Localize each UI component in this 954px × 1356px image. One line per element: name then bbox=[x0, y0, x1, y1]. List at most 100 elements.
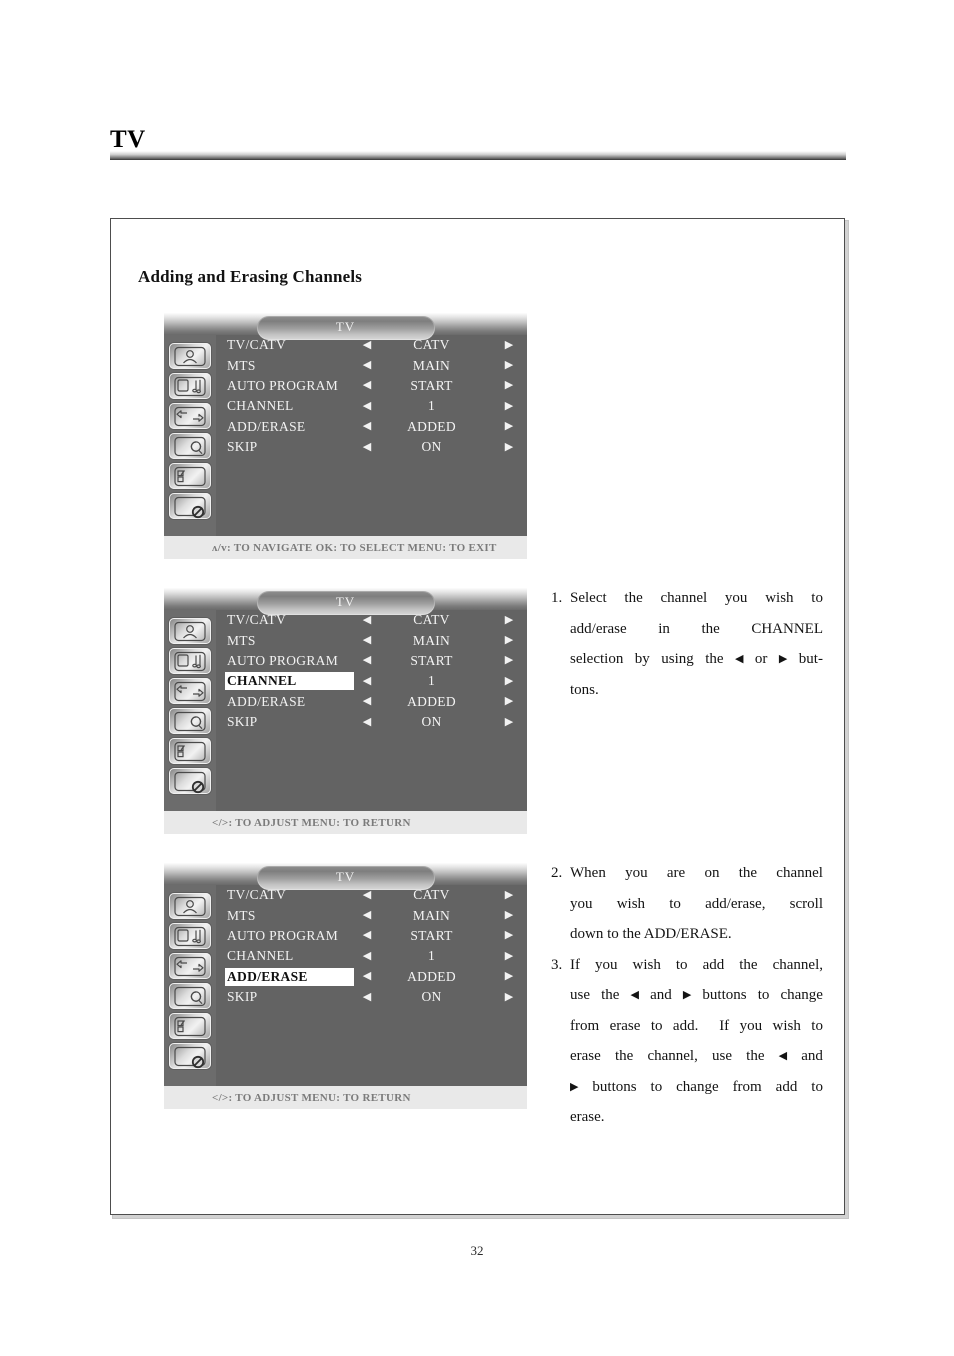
increment-arrow-icon[interactable]: ▶ bbox=[497, 950, 527, 962]
increment-arrow-icon[interactable]: ▶ bbox=[497, 400, 527, 412]
instruction-line: When you are on the channel bbox=[570, 865, 823, 881]
osd-row-label: ADD/ERASE bbox=[225, 967, 354, 986]
instruction-line: selection by using the ◀ or ▶ but- bbox=[570, 651, 823, 667]
osd-row[interactable]: TV/CATV ◀ CATV ▶ bbox=[216, 610, 527, 630]
increment-arrow-icon[interactable]: ▶ bbox=[497, 716, 527, 728]
osd-title-label: TV bbox=[335, 319, 356, 334]
decrement-arrow-icon[interactable]: ◀ bbox=[354, 614, 380, 626]
osd-row-value: START bbox=[410, 377, 453, 393]
no-signal-icon[interactable] bbox=[169, 1043, 211, 1069]
decrement-arrow-icon[interactable]: ◀ bbox=[354, 441, 380, 453]
picture-settings-icon[interactable] bbox=[169, 618, 211, 644]
increment-arrow-icon[interactable]: ▶ bbox=[497, 675, 527, 687]
instruction-item: 1. Select the channel you wish to add/erase in th… bbox=[551, 583, 823, 705]
osd-row-label: AUTO PROGRAM bbox=[227, 377, 338, 393]
osd-panel-1: TV TV/CATV ◀ CATV ▶ MTS ◀ MAIN ▶ AUTO PROGRAM ◀ STA… bbox=[164, 313, 527, 559]
setup-reset-icon[interactable] bbox=[169, 708, 211, 734]
setup-reset-icon[interactable] bbox=[169, 983, 211, 1009]
channel-settings-icon[interactable] bbox=[169, 678, 211, 704]
osd-row-value: ADDED bbox=[407, 968, 456, 984]
parental-lock-icon[interactable] bbox=[169, 738, 211, 764]
decrement-arrow-icon[interactable]: ◀ bbox=[354, 910, 380, 921]
increment-arrow-icon[interactable]: ▶ bbox=[497, 421, 527, 432]
osd-row-label: ADD/ERASE bbox=[227, 418, 306, 434]
osd-row[interactable]: SKIP ◀ ON ▶ bbox=[216, 712, 527, 732]
osd-row-value: START bbox=[410, 652, 453, 668]
parental-lock-icon[interactable] bbox=[169, 463, 211, 489]
increment-arrow-icon[interactable]: ▶ bbox=[497, 991, 527, 1003]
audio-settings-icon[interactable] bbox=[169, 923, 211, 949]
osd-row[interactable]: CHANNEL ◀ 1 ▶ bbox=[216, 946, 527, 966]
parental-lock-icon[interactable] bbox=[169, 1013, 211, 1039]
decrement-arrow-icon[interactable]: ◀ bbox=[354, 675, 380, 687]
osd-row[interactable]: AUTO PROGRAM ◀ START ▶ bbox=[216, 376, 527, 396]
picture-settings-icon[interactable] bbox=[169, 343, 211, 369]
osd-row[interactable]: SKIP ◀ ON ▶ bbox=[216, 437, 527, 457]
picture-settings-icon[interactable] bbox=[169, 893, 211, 919]
osd-row[interactable]: ADD/ERASE ◀ ADDED ▶ bbox=[216, 417, 527, 437]
increment-arrow-icon[interactable]: ▶ bbox=[497, 655, 527, 666]
decrement-arrow-icon[interactable]: ◀ bbox=[354, 716, 380, 728]
no-signal-icon[interactable] bbox=[169, 493, 211, 519]
osd-row-value: MAIN bbox=[412, 907, 451, 923]
osd-row[interactable]: TV/CATV ◀ CATV ▶ bbox=[216, 335, 527, 355]
decrement-arrow-icon[interactable]: ◀ bbox=[354, 696, 380, 707]
osd-row-label: MTS bbox=[227, 357, 256, 373]
osd-panel-3: TV TV/CATV ◀ CATV ▶ MTS ◀ MAIN ▶ AUTO PROGRAM ◀ STA… bbox=[164, 863, 527, 1109]
increment-arrow-icon[interactable]: ▶ bbox=[497, 696, 527, 707]
decrement-arrow-icon[interactable]: ◀ bbox=[354, 339, 380, 351]
increment-arrow-icon[interactable]: ▶ bbox=[497, 380, 527, 391]
osd-row-label: SKIP bbox=[227, 439, 258, 455]
channel-settings-icon[interactable] bbox=[169, 403, 211, 429]
section-title: Adding and Erasing Channels bbox=[138, 267, 363, 286]
page-header: TV bbox=[110, 126, 846, 160]
osd-row[interactable]: CHANNEL ◀ 1 ▶ bbox=[216, 671, 527, 691]
audio-settings-icon[interactable] bbox=[169, 373, 211, 399]
osd-row[interactable]: TV/CATV ◀ CATV ▶ bbox=[216, 885, 527, 905]
increment-arrow-icon[interactable]: ▶ bbox=[497, 910, 527, 921]
decrement-arrow-icon[interactable]: ◀ bbox=[354, 635, 380, 646]
decrement-arrow-icon[interactable]: ◀ bbox=[354, 400, 380, 412]
no-signal-icon[interactable] bbox=[169, 768, 211, 794]
decrement-arrow-icon[interactable]: ◀ bbox=[354, 971, 380, 982]
increment-arrow-icon[interactable]: ▶ bbox=[497, 441, 527, 453]
osd-row[interactable]: MTS ◀ MAIN ▶ bbox=[216, 630, 527, 650]
audio-settings-icon[interactable] bbox=[169, 648, 211, 674]
osd-row-value: START bbox=[410, 927, 453, 943]
increment-arrow-icon[interactable]: ▶ bbox=[497, 889, 527, 901]
osd-row[interactable]: AUTO PROGRAM ◀ START ▶ bbox=[216, 926, 527, 946]
decrement-arrow-icon[interactable]: ◀ bbox=[354, 889, 380, 901]
instruction-line: ▶ buttons to change from add to bbox=[570, 1078, 823, 1095]
page-header-title: TV bbox=[110, 126, 146, 153]
instruction-text: When you are on the channel you wish to add/erase… bbox=[570, 858, 823, 950]
decrement-arrow-icon[interactable]: ◀ bbox=[354, 991, 380, 1003]
osd-row[interactable]: SKIP ◀ ON ▶ bbox=[216, 987, 527, 1007]
increment-arrow-icon[interactable]: ▶ bbox=[497, 971, 527, 982]
osd-row[interactable]: AUTO PROGRAM ◀ START ▶ bbox=[216, 651, 527, 671]
increment-arrow-icon[interactable]: ▶ bbox=[497, 635, 527, 646]
osd-row[interactable]: MTS ◀ MAIN ▶ bbox=[216, 355, 527, 375]
decrement-arrow-icon[interactable]: ◀ bbox=[354, 930, 380, 941]
instruction-line: If you wish to add the channel, bbox=[570, 956, 823, 973]
osd-row[interactable]: MTS ◀ MAIN ▶ bbox=[216, 905, 527, 925]
decrement-arrow-icon[interactable]: ◀ bbox=[354, 655, 380, 666]
decrement-arrow-icon[interactable]: ◀ bbox=[354, 950, 380, 962]
increment-arrow-icon[interactable]: ▶ bbox=[497, 930, 527, 941]
osd-row-label: MTS bbox=[227, 907, 256, 923]
decrement-arrow-icon[interactable]: ◀ bbox=[354, 380, 380, 391]
osd-row-value: 1 bbox=[427, 673, 436, 689]
instruction-block-1: 1. Select the channel you wish to add/erase in th… bbox=[551, 583, 823, 705]
instruction-line: add/erase in the CHANNEL bbox=[570, 620, 823, 637]
instruction-line: Select the channel you wish to bbox=[570, 590, 823, 606]
instruction-line: from erase to add. If you wish to bbox=[570, 1017, 823, 1034]
osd-row[interactable]: ADD/ERASE ◀ ADDED ▶ bbox=[216, 692, 527, 712]
osd-row[interactable]: CHANNEL ◀ 1 ▶ bbox=[216, 396, 527, 416]
decrement-arrow-icon[interactable]: ◀ bbox=[354, 421, 380, 432]
decrement-arrow-icon[interactable]: ◀ bbox=[354, 360, 380, 371]
channel-settings-icon[interactable] bbox=[169, 953, 211, 979]
increment-arrow-icon[interactable]: ▶ bbox=[497, 614, 527, 626]
increment-arrow-icon[interactable]: ▶ bbox=[497, 360, 527, 371]
setup-reset-icon[interactable] bbox=[169, 433, 211, 459]
osd-row[interactable]: ADD/ERASE ◀ ADDED ▶ bbox=[216, 967, 527, 987]
increment-arrow-icon[interactable]: ▶ bbox=[497, 339, 527, 351]
